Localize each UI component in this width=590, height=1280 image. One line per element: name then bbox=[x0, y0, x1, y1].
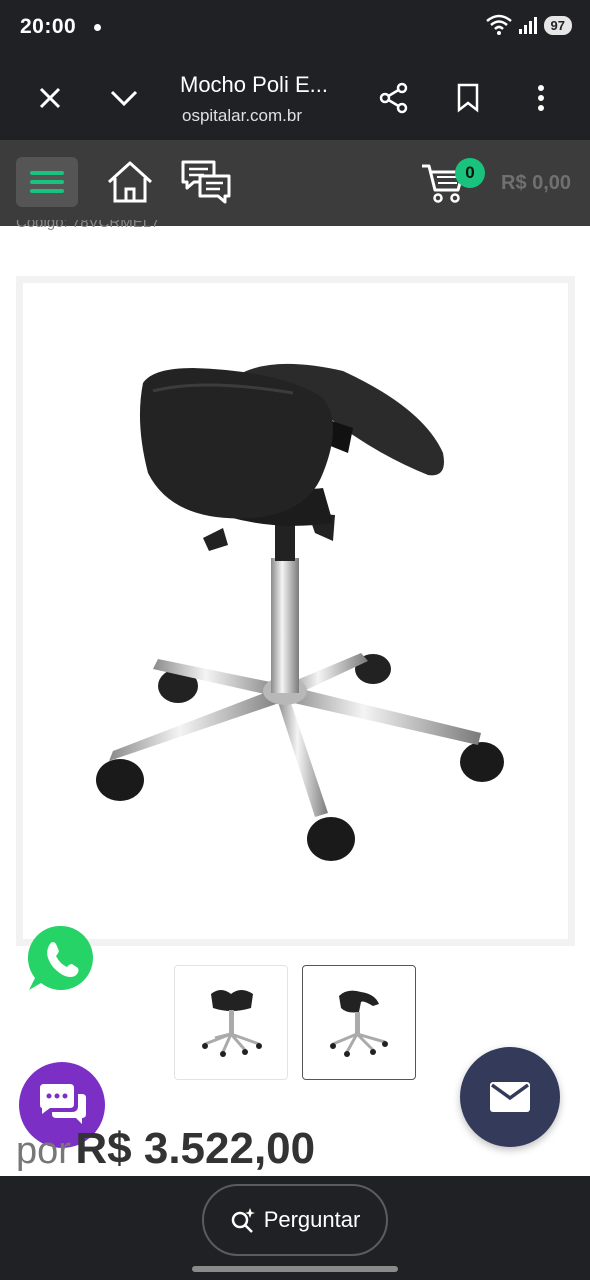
share-icon bbox=[379, 82, 408, 114]
close-tab-button[interactable] bbox=[30, 78, 70, 118]
bookmark-button[interactable] bbox=[448, 78, 488, 118]
minimize-button[interactable] bbox=[104, 78, 144, 118]
thumbnail-1[interactable] bbox=[174, 965, 288, 1080]
more-options-button[interactable] bbox=[521, 78, 561, 118]
bookmark-icon bbox=[457, 83, 479, 113]
close-icon bbox=[39, 87, 61, 109]
bottom-bar: Perguntar bbox=[0, 1176, 590, 1280]
chat-icon bbox=[40, 1084, 86, 1124]
page-title[interactable]: Mocho Poli E... bbox=[180, 72, 328, 98]
cart-count-badge: 0 bbox=[455, 158, 485, 188]
email-button[interactable] bbox=[460, 1047, 560, 1147]
thumbnail-2[interactable] bbox=[302, 965, 416, 1080]
chat-bubbles-icon[interactable] bbox=[180, 158, 232, 206]
status-time: 20:00 bbox=[20, 15, 77, 38]
stool-thumbnail-image bbox=[202, 990, 262, 1057]
stool-thumbnail-image bbox=[330, 990, 388, 1057]
menu-button[interactable] bbox=[16, 157, 78, 207]
product-price: por R$ 3.522,00 bbox=[16, 1124, 315, 1174]
product-main-image[interactable] bbox=[16, 276, 575, 946]
product-code: Código: 78VCRMEL7 bbox=[16, 220, 160, 231]
chevron-down-icon bbox=[110, 90, 138, 107]
notification-dot bbox=[94, 24, 101, 31]
browser-toolbar: Mocho Poli E... ospitalar.com.br bbox=[0, 56, 590, 140]
share-button[interactable] bbox=[374, 78, 414, 118]
sparkle-search-icon bbox=[231, 1208, 255, 1233]
whatsapp-button[interactable] bbox=[25, 922, 97, 994]
price-value: R$ 3.522,00 bbox=[75, 1124, 316, 1173]
battery-indicator: 97 bbox=[543, 15, 572, 35]
home-icon[interactable] bbox=[104, 158, 156, 206]
mail-icon bbox=[490, 1082, 530, 1112]
gesture-bar[interactable] bbox=[192, 1266, 398, 1272]
signal-icon bbox=[518, 17, 537, 34]
page-url[interactable]: ospitalar.com.br bbox=[182, 106, 302, 126]
saddle-stool-image bbox=[96, 363, 504, 861]
price-prefix: por bbox=[16, 1130, 71, 1172]
ask-button[interactable]: Perguntar bbox=[202, 1184, 388, 1256]
hamburger-icon bbox=[30, 171, 64, 175]
more-vert-icon bbox=[538, 85, 544, 111]
ask-button-label: Perguntar bbox=[263, 1207, 361, 1232]
cart-total[interactable]: R$ 0,00 bbox=[501, 172, 571, 195]
status-bar: 20:00 97 bbox=[0, 0, 590, 56]
wifi-icon bbox=[485, 14, 512, 35]
